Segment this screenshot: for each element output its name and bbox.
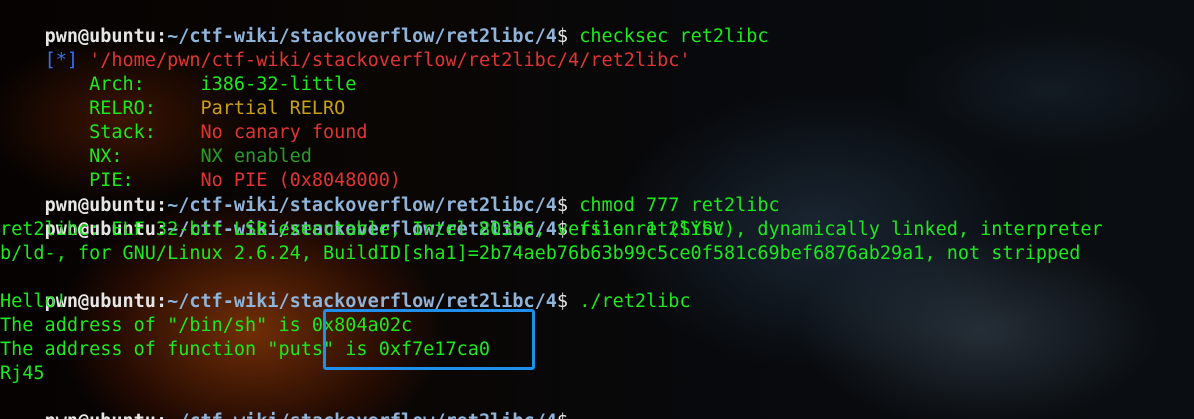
checksec-row-pie: PIE: No PIE (0x8048000) <box>0 145 401 191</box>
file-output-line-1: ret2libc: ELF 32-bit LSB executable, Int… <box>0 219 1103 240</box>
prompt-colon: : <box>155 291 168 313</box>
prompt-user: pwn@ubuntu <box>45 411 156 419</box>
program-input-echo: Rj45 <box>0 363 45 384</box>
checksec-row-nx: NX: NX enabled <box>0 121 312 167</box>
terminal-line-checksec-cmd: pwn@ubuntu:~/ctf-wiki/stackoverflow/ret2… <box>0 1 769 47</box>
checksec-row-relro: RELRO: Partial RELRO <box>0 73 345 119</box>
address-highlight-box <box>323 309 535 370</box>
checksec-row-arch: Arch: i386-32-little <box>0 49 356 95</box>
terminal-line-file-cmd: pwn@ubuntu:~/ctf-wiki/stackoverflow/ret2… <box>0 194 724 240</box>
prompt-colon: : <box>156 411 167 419</box>
command-text: ./ret2libc <box>568 291 691 313</box>
program-output-hello: Hello! <box>0 291 67 312</box>
prompt-dollar: $ <box>556 291 569 313</box>
terminal-line-run-cmd: pwn@ubuntu:~/ctf-wiki/stackoverflow/ret2… <box>0 266 691 312</box>
prompt-path: ~/ctf-wiki/stackoverflow/ret2libc/4 <box>167 411 557 419</box>
prompt-dollar: $ <box>557 411 568 419</box>
checksec-row-stack: Stack: No canary found <box>0 97 367 143</box>
terminal-line-checksec-file: [*] '/home/pwn/ctf-wiki/stackoverflow/re… <box>0 25 691 71</box>
file-output-line-2: b/ld-, for GNU/Linux 2.6.24, BuildID[sha… <box>0 243 1081 264</box>
terminal-window[interactable]: pwn@ubuntu:~/ctf-wiki/stackoverflow/ret2… <box>0 0 1194 419</box>
terminal-line-current-prompt[interactable]: pwn@ubuntu:~/ctf-wiki/stackoverflow/ret2… <box>0 386 569 419</box>
terminal-line-chmod-cmd: pwn@ubuntu:~/ctf-wiki/stackoverflow/ret2… <box>0 170 780 216</box>
